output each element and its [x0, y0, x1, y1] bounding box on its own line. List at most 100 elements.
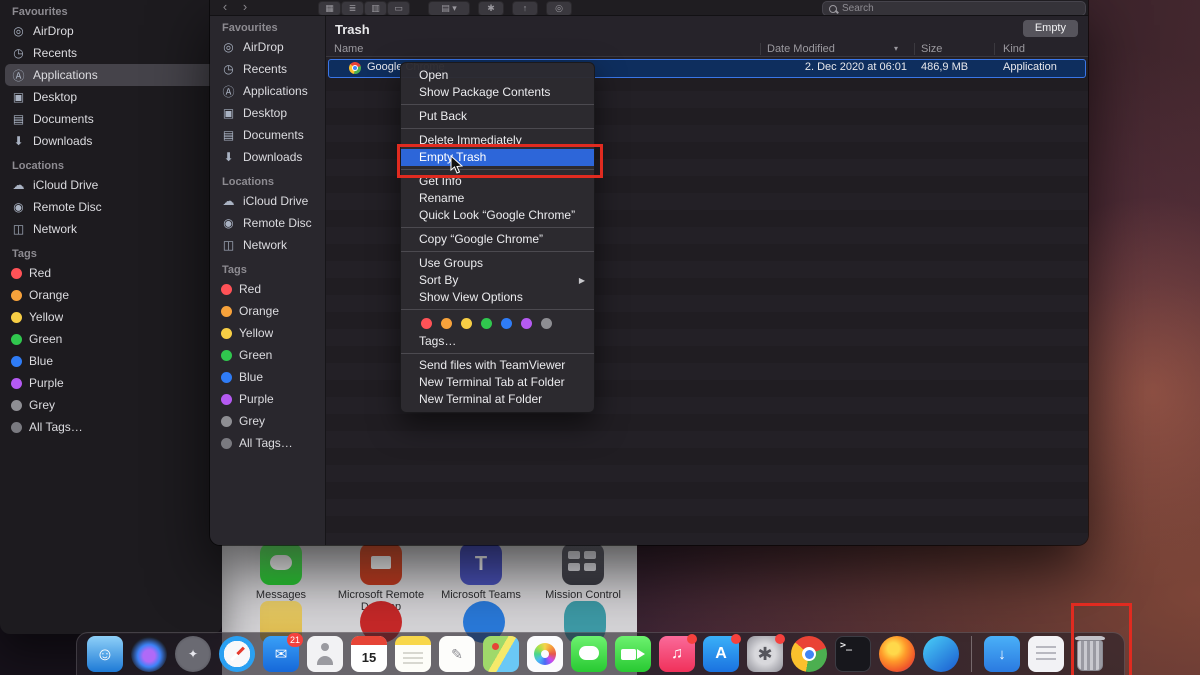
sidebar-item[interactable]: ◎ AirDrop [215, 36, 320, 58]
back-button[interactable]: ‹ [216, 1, 234, 14]
sidebar-item[interactable]: ◉ Remote Disc [215, 212, 320, 234]
textedit-dock-icon[interactable]: ✎ [439, 636, 475, 672]
group-button[interactable]: ▤ ▾ [428, 1, 470, 16]
menu-item-sort-by[interactable]: Sort By▶ [401, 272, 594, 289]
menu-separator [401, 104, 594, 105]
launchpad-dock-icon[interactable]: ✦ [175, 636, 211, 672]
notes-dock-icon[interactable] [395, 636, 431, 672]
messages-dock-icon[interactable] [571, 636, 607, 672]
sidebar-tag-item[interactable]: Purple [215, 388, 320, 410]
tag-color-dot[interactable] [461, 318, 472, 329]
calendar-dock-icon[interactable]: 15 [351, 636, 387, 672]
finder-dock-icon[interactable]: ☺ [87, 636, 123, 672]
tag-color-dot[interactable] [441, 318, 452, 329]
sidebar-item[interactable]: ▤ Documents [5, 108, 217, 130]
safari-dock-icon[interactable] [219, 636, 255, 672]
contacts-dock-icon[interactable] [307, 636, 343, 672]
sidebar-item[interactable]: ◷ Recents [5, 42, 217, 64]
tag-color-dot[interactable] [521, 318, 532, 329]
menu-item-use-groups[interactable]: Use Groups [401, 255, 594, 272]
music-dock-icon[interactable]: ♫ [659, 636, 695, 672]
maps-dock-icon[interactable] [483, 636, 519, 672]
sidebar-item-label: Orange [29, 288, 69, 302]
sidebar-tag-item[interactable]: Yellow [215, 322, 320, 344]
sidebar-tag-item[interactable]: All Tags… [5, 416, 217, 438]
sidebar-item[interactable]: ⬇ Downloads [5, 130, 217, 152]
menu-item-put-back[interactable]: Put Back [401, 108, 594, 125]
share-button[interactable]: ↑ [512, 1, 538, 16]
sidebar-tag-item[interactable]: Green [215, 344, 320, 366]
sidebar-tag-item[interactable]: Yellow [5, 306, 217, 328]
firefox-dock-icon[interactable] [879, 636, 915, 672]
menu-item-quick-look[interactable]: Quick Look “Google Chrome” [401, 207, 594, 224]
sidebar-item[interactable]: ◉ Remote Disc [5, 196, 217, 218]
icon-view-button[interactable]: ▦ [318, 1, 341, 16]
sidebar-tag-item[interactable]: Grey [5, 394, 217, 416]
sidebar-tag-item[interactable]: All Tags… [215, 432, 320, 454]
column-header-kind[interactable]: Kind [1003, 42, 1025, 56]
forward-button[interactable]: › [236, 1, 254, 14]
sort-direction-icon[interactable]: ▾ [894, 42, 898, 56]
sidebar-item[interactable]: ◫ Network [215, 234, 320, 256]
menu-item-rename[interactable]: Rename [401, 190, 594, 207]
tags-toolbar-button[interactable]: ◎ [546, 1, 572, 16]
sidebar-tag-item[interactable]: Blue [215, 366, 320, 388]
gallery-view-button[interactable]: ▭ [387, 1, 410, 16]
tag-color-dot[interactable] [501, 318, 512, 329]
sidebar-item[interactable]: ◷ Recents [215, 58, 320, 80]
column-view-button[interactable]: ▥ [364, 1, 387, 16]
sidebar-tag-item[interactable]: Orange [5, 284, 217, 306]
column-divider[interactable] [994, 43, 995, 55]
downloads-stack-dock-icon[interactable]: ↓ [984, 636, 1020, 672]
menu-item-tags[interactable]: Tags… [401, 333, 594, 350]
sidebar-tag-item[interactable]: Red [5, 262, 217, 284]
tag-color-dot[interactable] [421, 318, 432, 329]
sidebar-tag-item[interactable]: Grey [215, 410, 320, 432]
column-divider[interactable] [914, 43, 915, 55]
app-item-mission-control[interactable]: Mission Control [531, 557, 635, 601]
siri-dock-icon[interactable] [131, 636, 167, 672]
sidebar-tag-item[interactable]: Red [215, 278, 320, 300]
empty-trash-button[interactable]: Empty [1023, 20, 1078, 37]
sidebar-item[interactable]: ⬇ Downloads [215, 146, 320, 168]
app-store-dock-icon[interactable]: A [703, 636, 739, 672]
chrome-dock-icon[interactable] [791, 636, 827, 672]
sidebar-tag-item[interactable]: Orange [215, 300, 320, 322]
column-divider[interactable] [760, 43, 761, 55]
column-header-name[interactable]: Name [334, 42, 363, 56]
tag-color-dot[interactable] [481, 318, 492, 329]
menu-item-show-view-options[interactable]: Show View Options [401, 289, 594, 306]
sidebar-item[interactable]: ▣ Desktop [215, 102, 320, 124]
menu-item-show-package-contents[interactable]: Show Package Contents [401, 84, 594, 101]
sidebar-item[interactable]: ▤ Documents [215, 124, 320, 146]
list-view-button[interactable]: ≣ [341, 1, 364, 16]
sidebar-item[interactable]: Ⓐ Applications [215, 80, 320, 102]
sidebar-tag-item[interactable]: Purple [5, 372, 217, 394]
sidebar-item[interactable]: ☁ iCloud Drive [5, 174, 217, 196]
menu-item-new-terminal[interactable]: New Terminal at Folder [401, 391, 594, 408]
menu-item-open[interactable]: Open [401, 67, 594, 84]
app-item-ms-teams[interactable]: T Microsoft Teams [429, 557, 533, 601]
sidebar-item[interactable]: ▣ Desktop [5, 86, 217, 108]
sidebar-tag-item[interactable]: Blue [5, 350, 217, 372]
sidebar-item[interactable]: Ⓐ Applications [5, 64, 217, 86]
sidebar-item[interactable]: ◎ AirDrop [5, 20, 217, 42]
photos-dock-icon[interactable] [527, 636, 563, 672]
blue-app-dock-icon[interactable] [923, 636, 959, 672]
system-preferences-dock-icon[interactable]: ✱ [747, 636, 783, 672]
sidebar-item[interactable]: ☁ iCloud Drive [215, 190, 320, 212]
sidebar-tag-item[interactable]: Green [5, 328, 217, 350]
document-dock-icon[interactable] [1028, 636, 1064, 672]
menu-item-copy[interactable]: Copy “Google Chrome” [401, 231, 594, 248]
column-header-date-modified[interactable]: Date Modified [767, 42, 835, 56]
app-item-messages[interactable]: Messages [229, 557, 333, 601]
menu-item-new-terminal-tab[interactable]: New Terminal Tab at Folder [401, 374, 594, 391]
sidebar-item[interactable]: ◫ Network [5, 218, 217, 240]
column-header-size[interactable]: Size [921, 42, 942, 56]
tag-color-dot[interactable] [541, 318, 552, 329]
menu-item-send-teamviewer[interactable]: Send files with TeamViewer [401, 357, 594, 374]
action-menu-button[interactable]: ✱ [478, 1, 504, 16]
facetime-dock-icon[interactable] [615, 636, 651, 672]
search-input[interactable]: Search [822, 1, 1086, 16]
terminal-dock-icon[interactable] [835, 636, 871, 672]
